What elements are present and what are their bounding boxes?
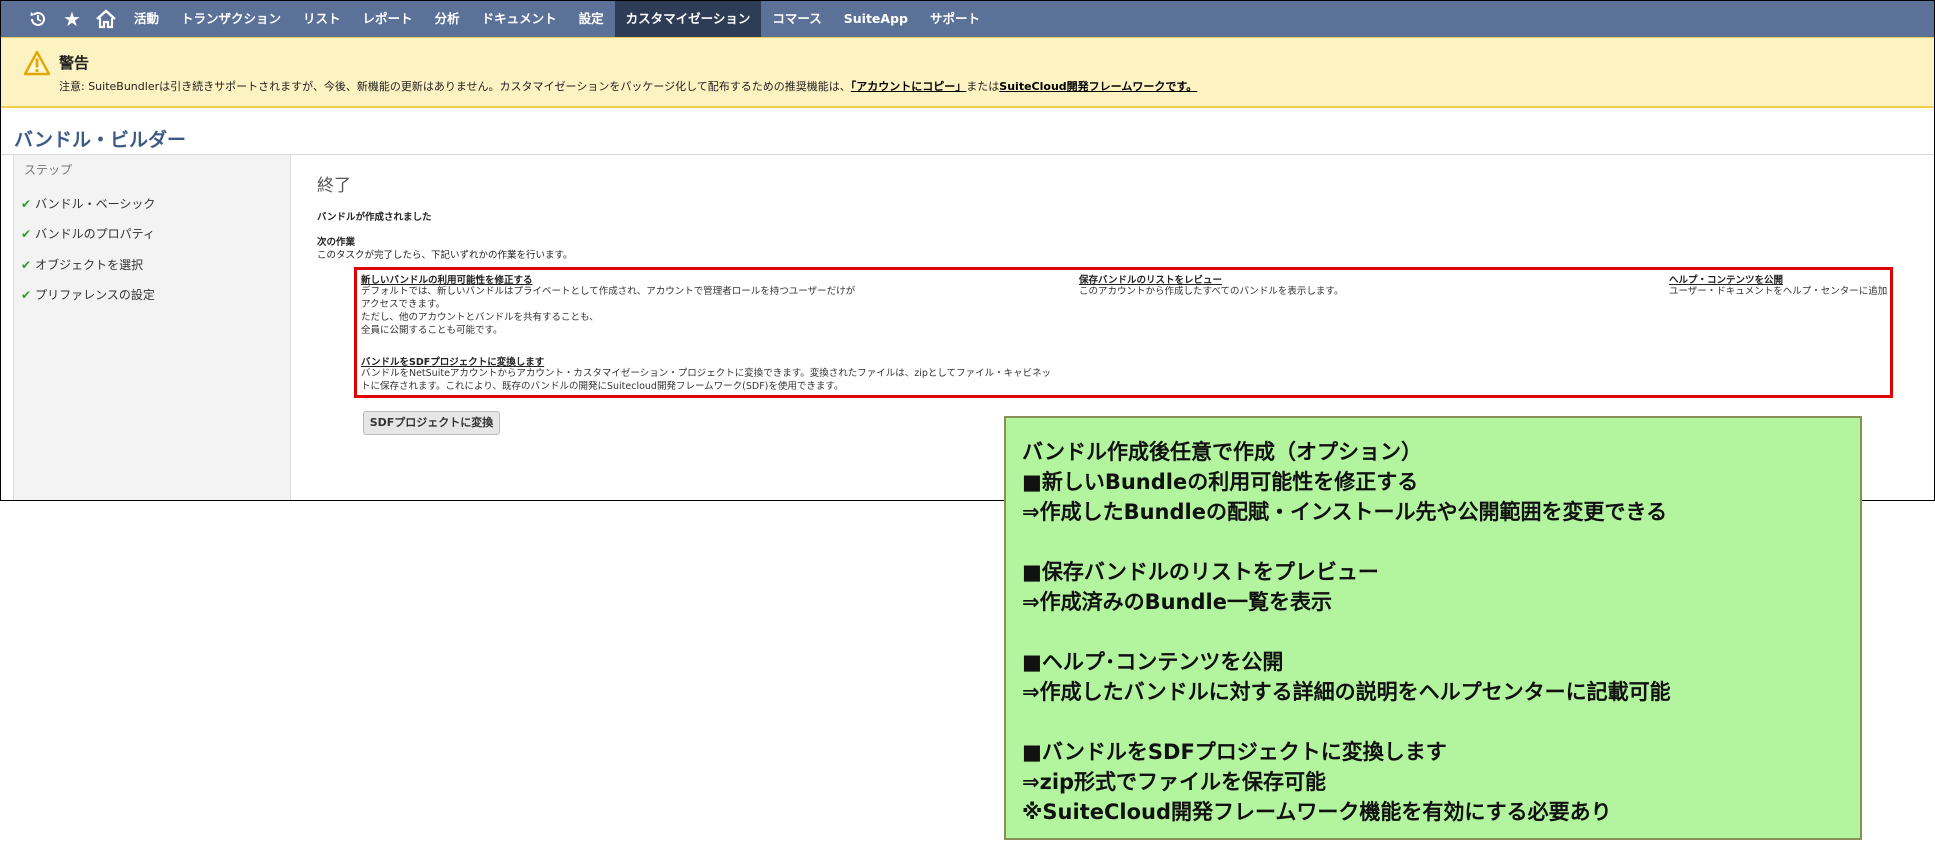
warning-icon — [23, 50, 51, 76]
bundle-created-message: バンドルが作成されました — [317, 212, 432, 223]
review-bundles-text: このアカウントから作成したすべてのバンドルを表示します。 — [1079, 286, 1344, 297]
nav-activities[interactable]: 活動 — [123, 1, 170, 37]
review-bundles-link[interactable]: 保存バンドルのリストをレビュー — [1079, 272, 1222, 286]
nav-customization[interactable]: カスタマイゼーション — [614, 1, 762, 37]
warning-text: 注意: SuiteBundlerは引き続きサポートされますが、今後、新機能の更新… — [59, 78, 1197, 94]
sdf-link[interactable]: SuiteCloud開発フレームワークです。 — [999, 80, 1197, 93]
annotation-line: ※SuiteCloud開発フレームワーク機能を有効にする必要あり — [1022, 800, 1612, 824]
nav-transactions[interactable]: トランザクション — [170, 1, 292, 37]
next-steps-text: このタスクが完了したら、下記いずれかの作業を行います。 — [317, 250, 573, 261]
step-label: バンドル・ベーシック — [35, 197, 156, 211]
checkmark-icon: ✔ — [21, 227, 32, 241]
steps-sidebar: ステップ ✔ バンドル・ベーシック ✔ バンドルのプロパティ ✔ オブジェクトを選択 … — [13, 155, 291, 500]
annotation-line: ■バンドルをSDFプロジェクトに変換します — [1022, 740, 1447, 764]
warning-banner: 警告 注意: SuiteBundlerは引き続きサポートされますが、今後、新機能… — [1, 37, 1934, 108]
finish-heading: 終了 — [317, 176, 351, 196]
copy-to-account-link[interactable]: 「アカウントにコピー」 — [851, 80, 967, 93]
modify-text-line: 全員に公開することも可能です。 — [361, 325, 503, 336]
annotation-line: ⇒zip形式でファイルを保存可能 — [1022, 770, 1327, 794]
top-navigation: ★ 活動 トランザクション リスト レポート 分析 ドキュメント 設定 カスタマ… — [1, 1, 1934, 37]
warning-title: 警告 — [59, 54, 90, 72]
annotation-line: ■保存バンドルのリストをプレビュー — [1022, 560, 1379, 584]
steps-heading: ステップ — [24, 163, 73, 177]
annotation-line: ⇒作成したBundleの配賦・インストール先や公開範囲を変更できる — [1022, 500, 1668, 524]
nav-documents[interactable]: ドキュメント — [471, 1, 568, 37]
step-preferences[interactable]: ✔ プリファレンスの設定 — [21, 286, 155, 303]
step-label: オブジェクトを選択 — [35, 258, 144, 272]
nav-suiteapp[interactable]: SuiteApp — [833, 1, 919, 37]
sdf-text-line: トに保存されます。これにより、既存のバンドルの開発にSuitecloud開発フレ… — [361, 381, 844, 392]
checkmark-icon: ✔ — [21, 288, 32, 302]
step-label: プリファレンスの設定 — [35, 288, 155, 302]
modify-text-line: アクセスできます。 — [361, 299, 446, 310]
sdf-text-line: バンドルをNetSuiteアカウントからアカウント・カスタマイゼーション・プロジ… — [361, 368, 1052, 379]
star-icon[interactable]: ★ — [55, 1, 89, 37]
checkmark-icon: ✔ — [21, 197, 32, 211]
step-select-objects[interactable]: ✔ オブジェクトを選択 — [21, 256, 143, 273]
nav-commerce[interactable]: コマース — [761, 1, 832, 37]
recent-icon[interactable] — [21, 1, 55, 37]
modify-text-line: デフォルトでは、新しいバンドルはプライベートとして作成され、アカウントで管理者ロ… — [361, 286, 856, 297]
nav-reports[interactable]: レポート — [352, 1, 424, 37]
page-title: バンドル・ビルダー — [14, 129, 186, 151]
convert-sdf-link[interactable]: バンドルをSDFプロジェクトに変換します — [361, 354, 544, 368]
convert-to-sdf-button[interactable]: SDFプロジェクトに変換 — [363, 411, 500, 435]
publish-help-link[interactable]: ヘルプ・コンテンツを公開 — [1669, 272, 1783, 286]
warning-message: 注意: SuiteBundlerは引き続きサポートされますが、今後、新機能の更新… — [59, 80, 851, 93]
step-bundle-basics[interactable]: ✔ バンドル・ベーシック — [21, 195, 155, 212]
annotation-line: ■ヘルプ･コンテンツを公開 — [1022, 650, 1284, 674]
nav-support[interactable]: サポート — [919, 1, 991, 37]
annotation-line: ⇒作成したバンドルに対する詳細の説明をヘルプセンターに記載可能 — [1022, 680, 1671, 704]
nav-lists[interactable]: リスト — [292, 1, 352, 37]
warning-or: または — [966, 80, 1000, 93]
step-bundle-properties[interactable]: ✔ バンドルのプロパティ — [21, 225, 155, 242]
checkmark-icon: ✔ — [21, 258, 32, 272]
next-steps-heading: 次の作業 — [317, 237, 356, 248]
home-icon[interactable] — [89, 1, 123, 37]
annotation-line: ■新しいBundleの利用可能性を修正する — [1022, 470, 1419, 494]
nav-setup[interactable]: 設定 — [568, 1, 615, 37]
convert-sdf-text: バンドルをNetSuiteアカウントからアカウント・カスタマイゼーション・プロジ… — [361, 367, 1051, 393]
modify-text-line: ただし、他のアカウントとバンドルを共有することも、 — [361, 312, 599, 323]
modify-availability-text: デフォルトでは、新しいバンドルはプライベートとして作成され、アカウントで管理者ロ… — [361, 285, 921, 337]
annotation-line: ⇒作成済みのBundle一覧を表示 — [1022, 590, 1332, 614]
modify-availability-link[interactable]: 新しいバンドルの利用可能性を修正する — [361, 272, 532, 286]
annotation-line: バンドル作成後任意で作成（オプション） — [1022, 440, 1423, 464]
step-label: バンドルのプロパティ — [35, 227, 155, 241]
publish-help-text: ユーザー・ドキュメントをヘルプ・センターに追加 — [1669, 286, 1888, 297]
annotation-callout: バンドル作成後任意で作成（オプション） ■新しいBundleの利用可能性を修正す… — [1004, 416, 1862, 840]
nav-analytics[interactable]: 分析 — [424, 1, 471, 37]
